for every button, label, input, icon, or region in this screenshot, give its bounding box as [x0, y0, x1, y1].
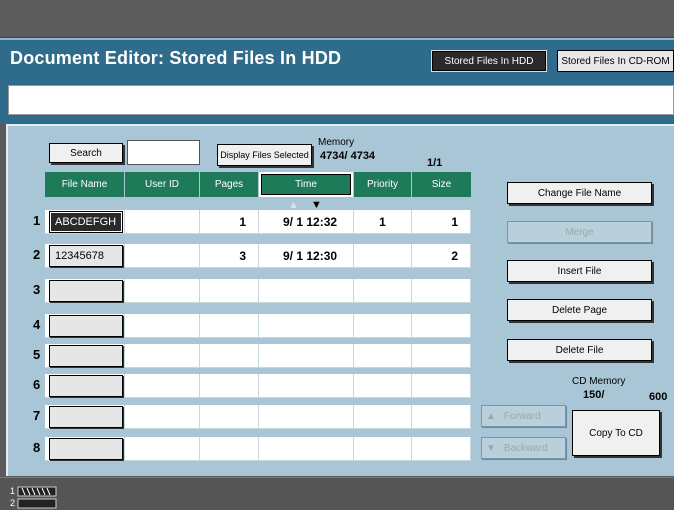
file-name-button[interactable] [49, 375, 123, 397]
cell-size: 1 [412, 210, 471, 234]
insert-file-button[interactable]: Insert File [507, 260, 652, 282]
job-status-icon[interactable]: 1 2 [10, 484, 66, 510]
memory-label: Memory [318, 137, 355, 148]
cell-pages: 3 [200, 244, 259, 268]
cell-time: 9/ 1 12:30 [259, 244, 354, 268]
cell-user [125, 344, 200, 368]
cell-priority [354, 279, 412, 303]
cell-priority [354, 244, 412, 268]
tab-stored-files-hdd[interactable]: Stored Files In HDD [431, 50, 547, 72]
column-time[interactable]: Time [259, 172, 353, 197]
cell-size [412, 374, 471, 398]
column-priority[interactable]: Priority [354, 172, 411, 197]
job-slot-1-label: 1 [10, 486, 15, 496]
cell-user [125, 244, 200, 268]
row-number: 3 [33, 282, 41, 297]
search-input[interactable] [127, 140, 200, 165]
display-files-selected-button[interactable]: Display Files Selected [217, 144, 312, 166]
cell-time [259, 279, 354, 303]
cd-memory-value: 150/ [583, 389, 605, 401]
row-number: 2 [33, 247, 41, 262]
cell-priority [354, 314, 412, 338]
cell-priority [354, 344, 412, 368]
row-number: 7 [33, 408, 41, 423]
cell-user [125, 314, 200, 338]
cell-size [412, 279, 471, 303]
file-name-button[interactable] [49, 345, 123, 367]
column-size[interactable]: Size [412, 172, 471, 197]
cell-priority [354, 374, 412, 398]
column-user-id[interactable]: User ID [125, 172, 199, 197]
delete-file-button[interactable]: Delete File [507, 339, 652, 361]
cd-memory-label: CD Memory [572, 376, 626, 387]
change-file-name-button[interactable]: Change File Name [507, 182, 652, 204]
file-name-button[interactable]: 12345678 [49, 245, 123, 267]
cell-time [259, 314, 354, 338]
forward-label: Forward [503, 410, 541, 422]
cell-time: 9/ 1 12:32 [259, 210, 354, 234]
column-pages[interactable]: Pages [200, 172, 258, 197]
cell-priority [354, 437, 412, 461]
file-name-button[interactable] [49, 406, 123, 428]
cell-time [259, 437, 354, 461]
file-name-button[interactable] [49, 315, 123, 337]
header-bar: Document Editor: Stored Files In HDD Sto… [0, 38, 674, 79]
cell-size: 2 [412, 244, 471, 268]
taskbar: 1 2 [0, 477, 674, 510]
backward-label: Backward [503, 442, 548, 454]
row-number: 8 [33, 440, 41, 455]
cell-size [412, 405, 471, 429]
search-button[interactable]: Search [49, 143, 123, 163]
cell-pages: 1 [200, 210, 259, 234]
cell-size [412, 437, 471, 461]
cell-pages [200, 437, 259, 461]
forward-button[interactable]: ▲ Forward [481, 405, 566, 427]
cell-priority [354, 405, 412, 429]
column-file-name[interactable]: File Name [45, 172, 124, 197]
cell-pages [200, 405, 259, 429]
row-number: 5 [33, 347, 41, 362]
file-name-button[interactable]: ABCDEFGH [49, 211, 123, 233]
top-status-bar [0, 0, 674, 38]
cell-pages [200, 344, 259, 368]
delete-page-button[interactable]: Delete Page [507, 299, 652, 321]
cell-time [259, 344, 354, 368]
cell-user [125, 437, 200, 461]
down-arrow-icon: ▼ [486, 442, 496, 454]
tab-stored-files-cdrom[interactable]: Stored Files In CD-ROM [557, 50, 674, 72]
cell-user [125, 374, 200, 398]
cell-time [259, 405, 354, 429]
page-title: Document Editor: Stored Files In HDD [10, 48, 342, 68]
page-indicator: 1/1 [427, 157, 443, 169]
copy-to-cd-button[interactable]: Copy To CD [572, 410, 660, 456]
row-number: 1 [33, 213, 41, 228]
up-arrow-icon: ▲ [486, 410, 496, 422]
cell-user [125, 210, 200, 234]
message-box [8, 85, 674, 115]
merge-button[interactable]: Merge [507, 221, 652, 243]
file-name-button[interactable] [49, 438, 123, 460]
file-name-button[interactable] [49, 280, 123, 302]
cell-pages [200, 279, 259, 303]
cell-time [259, 374, 354, 398]
cell-size [412, 314, 471, 338]
row-number: 4 [33, 317, 41, 332]
job-slot-2-label: 2 [10, 498, 15, 508]
cell-size [412, 344, 471, 368]
cell-priority: 1 [354, 210, 412, 234]
cd-memory-total: 600 [649, 391, 668, 403]
cell-user [125, 405, 200, 429]
memory-value: 4734/ 4734 [320, 150, 376, 162]
cell-user [125, 279, 200, 303]
cell-pages [200, 314, 259, 338]
cell-pages [200, 374, 259, 398]
backward-button[interactable]: ▼ Backward [481, 437, 566, 459]
message-bar [0, 79, 674, 123]
row-number: 6 [33, 377, 41, 392]
